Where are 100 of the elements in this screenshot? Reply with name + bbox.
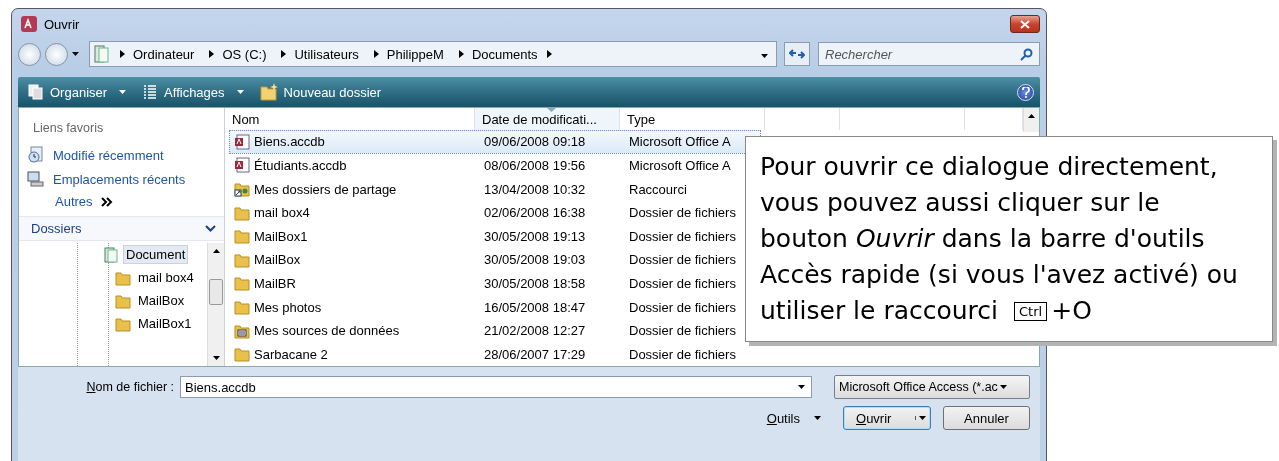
chevron-right-icon: [209, 50, 215, 58]
pages-icon: [28, 84, 44, 100]
section-title: Dossiers: [31, 221, 82, 236]
file-row[interactable]: Biens.accdb 09/06/2008 09:18 Microsoft Office A: [229, 130, 761, 154]
folder-icon: [234, 346, 250, 363]
file-row[interactable]: MailBox1 30/05/2008 19:13 Dossier de fichiers: [229, 224, 761, 248]
shared-folder-icon: [234, 181, 250, 198]
date-cell-text: 02/06/2008 16:38: [483, 205, 587, 221]
library-icon: [94, 45, 110, 63]
scrollbar-thumb[interactable]: [209, 279, 223, 305]
caret-icon: [72, 52, 79, 56]
sort-arrow-icon: [547, 108, 556, 112]
file-name: Sarbacane 2: [254, 346, 328, 362]
file-row[interactable]: MailBox 30/05/2008 19:03 Dossier de fichiers: [229, 248, 761, 272]
keyboard-key: Ctrl: [1014, 301, 1048, 321]
toolbar-button[interactable]: Affichages: [138, 82, 248, 102]
app-icon: [20, 15, 38, 33]
file-name: Mes photos: [254, 299, 322, 315]
breadcrumb-item[interactable]: Utilisateurs: [286, 46, 364, 62]
folder-icon: [234, 228, 250, 245]
chevron-right-icon: [120, 50, 125, 58]
folder-tree-item[interactable]: mail box4: [135, 268, 197, 287]
chevron-right-icon: [373, 50, 379, 58]
computer-icon: [27, 170, 45, 188]
type-cell-text: Dossier de fichiers: [628, 205, 737, 221]
section-title: Liens favoris: [32, 120, 105, 137]
back-button[interactable]: [18, 42, 41, 66]
caret-icon: [814, 416, 821, 420]
favorite-link[interactable]: Modifié récemment: [19, 143, 224, 167]
toolbar-button[interactable]: Organiser: [24, 82, 131, 102]
file-row[interactable]: Mes dossiers de partage 13/04/2008 10:32 Raccourci: [229, 177, 761, 201]
chevron-right-icon: [546, 50, 552, 58]
open-button[interactable]: Ouvrir: [843, 406, 931, 430]
chevron-right-icon: [458, 50, 464, 58]
search-field[interactable]: Rechercher: [818, 42, 1040, 66]
folder-icon: [115, 269, 131, 286]
file-row[interactable]: MailBR 30/05/2008 18:58 Dossier de fichiers: [229, 271, 761, 296]
file-type-dropdown[interactable]: Microsoft Office Access (*.ac: [834, 375, 1030, 399]
file-name: Étudiants.accdb: [254, 157, 347, 173]
scroll-up-button[interactable]: [1023, 108, 1039, 132]
file-name-label: Nom de fichier :: [86, 380, 174, 394]
file-name: Mes sources de données: [254, 323, 400, 339]
caret-icon: [798, 385, 805, 389]
close-icon: [1020, 19, 1030, 29]
search-icon: [1020, 48, 1033, 61]
folder-tree-item[interactable]: MailBox: [135, 291, 188, 310]
cancel-button[interactable]: Annuler: [943, 406, 1030, 430]
folder-icon: [234, 204, 250, 221]
new-folder-icon: [259, 83, 278, 101]
address-bar[interactable]: Ordinateur OS (C:) Utilisateurs PhilippeM Documents: [89, 41, 777, 67]
date-cell-text: 08/06/2008 19:56: [483, 157, 587, 173]
toolbar-button[interactable]: Nouveau dossier: [255, 81, 386, 103]
help-button[interactable]: [1017, 83, 1034, 101]
breadcrumb-item[interactable]: Documents: [463, 46, 543, 62]
folder-icon: [115, 315, 131, 332]
database-file-icon: [234, 157, 250, 174]
file-name-field[interactable]: Biens.accdb: [180, 376, 812, 398]
file-row[interactable]: Sarbacane 2 28/06/2007 17:29 Dossier de fichiers: [229, 342, 761, 366]
more-link[interactable]: Autres: [55, 194, 93, 209]
file-row[interactable]: mail box4 02/06/2008 16:38 Dossier de fichiers: [229, 200, 761, 225]
file-row[interactable]: Étudiants.accdb 08/06/2008 19:56 Microsoft Office A: [229, 153, 761, 178]
date-cell-text: 09/06/2008 09:18: [483, 134, 587, 150]
file-name: Mes dossiers de partage: [254, 181, 397, 197]
refresh-icon: [789, 48, 805, 60]
file-row[interactable]: Mes sources de données 21/02/2008 12:27 Dossier de fichiers: [229, 318, 761, 343]
double-chevron-icon: [100, 196, 113, 207]
type-cell-text: Dossier de fichiers: [628, 252, 737, 268]
refresh-button[interactable]: [784, 42, 810, 66]
forward-button[interactable]: [45, 42, 68, 66]
folder-tree-item[interactable]: MailBox1: [135, 314, 195, 333]
shortcut-text: +O: [1051, 295, 1092, 327]
folder-icon: [234, 299, 250, 315]
breadcrumb-item[interactable]: Ordinateur: [125, 46, 200, 62]
file-name: MailBox: [254, 252, 301, 268]
date-cell-text: 21/02/2008 12:27: [483, 323, 587, 339]
file-name: mail box4: [254, 205, 310, 221]
chevron-right-icon: [281, 50, 287, 58]
type-cell-text: Dossier de fichiers: [628, 346, 737, 362]
type-cell-text: Dossier de fichiers: [628, 299, 737, 315]
folder-tree-item[interactable]: Document: [123, 245, 189, 264]
file-name: MailBox1: [254, 228, 308, 244]
caret-icon: [919, 416, 926, 420]
column-header[interactable]: Date de modificati...: [475, 108, 620, 131]
scrollbar[interactable]: [207, 243, 224, 366]
folders-header[interactable]: Dossiers: [19, 216, 224, 241]
data-folder-icon: [234, 322, 250, 339]
close-button[interactable]: [1010, 15, 1040, 33]
breadcrumb-item[interactable]: PhilippeM: [378, 46, 449, 62]
scroll-up-icon: [1028, 114, 1035, 118]
date-cell-text: 30/05/2008 19:03: [483, 252, 587, 268]
favorite-link[interactable]: Emplacements récents: [19, 167, 224, 191]
database-file-icon: [234, 133, 250, 150]
type-cell-text: Dossier de fichiers: [628, 275, 737, 291]
file-name: MailBR: [254, 275, 296, 291]
tools-menu-button[interactable]: Outils: [760, 409, 827, 427]
date-cell-text: 13/04/2008 10:32: [483, 181, 587, 197]
file-row[interactable]: Mes photos 16/05/2008 18:47 Dossier de fichiers: [229, 295, 761, 319]
file-name: Biens.accdb: [254, 134, 325, 150]
breadcrumb-item[interactable]: OS (C:): [214, 46, 272, 62]
chevron-down-icon: [205, 225, 216, 232]
